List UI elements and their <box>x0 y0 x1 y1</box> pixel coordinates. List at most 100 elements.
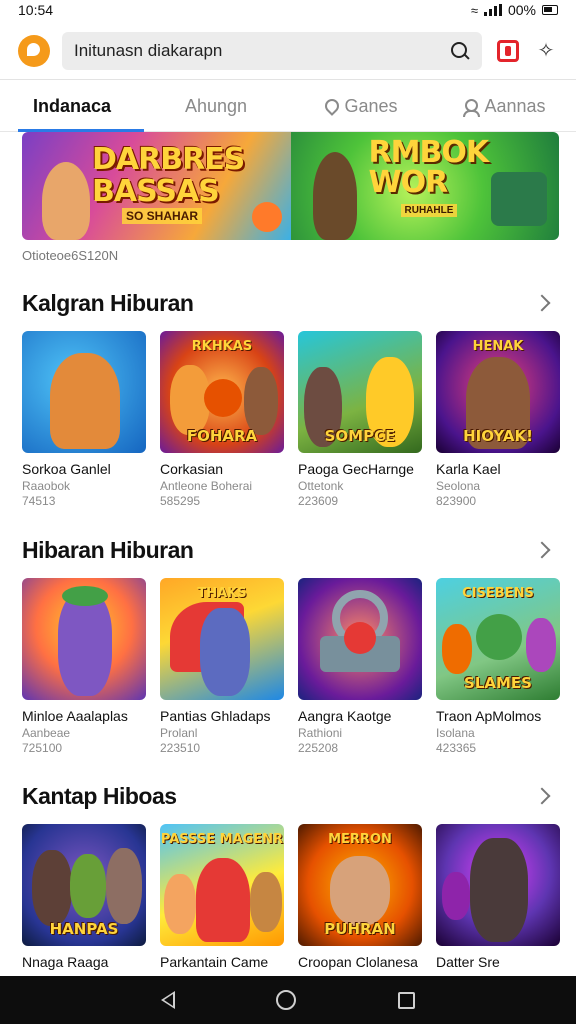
tab-indanaca[interactable]: Indanaca <box>0 82 144 132</box>
game-card[interactable]: Sorkoa Ganlel Raaobok 74513 <box>22 331 146 508</box>
tab-label: Ganes <box>344 96 398 116</box>
tab-ahungn[interactable]: Ahungn <box>144 82 288 131</box>
game-card[interactable]: RKHKAS FOHARA Corkasian Antleone Boherai… <box>160 331 284 508</box>
section-kalgran-hiburan: Kalgran Hiburan Sorkoa Ganlel Raaobok 74… <box>0 283 576 508</box>
banner-character-image <box>312 152 357 240</box>
back-icon[interactable] <box>160 991 175 1009</box>
section-header[interactable]: Hibaran Hiburan <box>0 530 576 570</box>
system-nav-bar <box>0 976 576 1024</box>
game-card[interactable]: THAKS Pantias Ghladaps Prolanl 223510 <box>160 578 284 755</box>
game-thumbnail <box>436 824 560 946</box>
character-image <box>70 854 106 918</box>
card-count: 823900 <box>436 494 477 508</box>
game-thumbnail: MERRON PUHRAN <box>298 824 422 946</box>
search-icon[interactable] <box>450 41 470 61</box>
game-thumbnail: RKHKAS FOHARA <box>160 331 284 453</box>
thumb-label: HIOYAK! <box>463 427 533 445</box>
section-kantap-hiboas: Kantap Hiboas HANPAS Nnaga Raaga PASSSE … <box>0 776 576 970</box>
thumb-top-text: THAKS <box>197 586 247 601</box>
character-image <box>106 848 142 924</box>
hat-image <box>62 586 108 606</box>
character-image <box>58 592 112 696</box>
section-header[interactable]: Kalgran Hiburan <box>0 283 576 323</box>
game-card[interactable]: HANPAS Nnaga Raaga <box>22 824 146 970</box>
game-thumbnail: HENAK HIOYAK! <box>436 331 560 453</box>
character-image <box>32 850 72 926</box>
character-image <box>330 856 390 926</box>
game-thumbnail <box>22 331 146 453</box>
thumb-top-text: PASSSE MAGENR <box>160 832 284 847</box>
game-card[interactable]: SOMPCE Paoga GecHarnge Ottetonk 223609 <box>298 331 422 508</box>
chevron-right-icon[interactable] <box>533 787 551 805</box>
card-subtitle: Raaobok <box>22 479 71 493</box>
card-title: Datter Sre <box>436 954 500 970</box>
pin-icon <box>322 99 338 115</box>
tab-label: Indanaca <box>32 96 112 116</box>
section-title: Kantap Hiboas <box>22 782 177 809</box>
card-subtitle: Rathioni <box>298 726 343 740</box>
card-count: 585295 <box>160 494 201 508</box>
card-count: 725100 <box>22 741 63 755</box>
thumb-label: HANPAS <box>49 920 119 938</box>
character-image <box>470 838 528 942</box>
game-card[interactable]: Datter Sre <box>436 824 560 970</box>
game-card[interactable]: PASSSE MAGENR Parkantain Came <box>160 824 284 970</box>
banner-caption: Otioteoe6S120N <box>22 248 119 263</box>
thumb-top-text: CISEBENS <box>462 586 534 601</box>
card-count: 423365 <box>436 741 477 755</box>
character-image <box>50 353 120 449</box>
character-image <box>196 858 250 942</box>
thumb-label: PUHRAN <box>324 920 396 938</box>
section-header[interactable]: Kantap Hiboas <box>0 776 576 816</box>
card-title: Sorkoa Ganlel <box>22 461 111 477</box>
home-icon[interactable] <box>276 990 297 1010</box>
game-card[interactable]: CISEBENS SLAMES Traon ApMolmos Isolana 4… <box>436 578 560 755</box>
game-card[interactable]: Minloe Aaalaplas Aanbeae 725100 <box>22 578 146 755</box>
card-count: 223510 <box>160 741 201 755</box>
chevron-right-icon[interactable] <box>533 294 551 312</box>
search-text: Initunasn diakarapn <box>74 40 223 60</box>
game-card[interactable]: Aangra Kaotge Rathioni 225208 <box>298 578 422 755</box>
red-app-icon[interactable] <box>494 37 522 65</box>
status-icons: ≈ 00% <box>471 2 558 18</box>
card-title: Parkantain Came <box>160 954 269 970</box>
card-row: HANPAS Nnaga Raaga PASSSE MAGENR Parkant… <box>0 824 576 970</box>
tab-ganes[interactable]: Ganes <box>288 82 432 131</box>
top-app-bar: Initunasn diakarapn ✧ <box>0 22 576 80</box>
game-card[interactable]: MERRON PUHRAN Croopan Clolanesa <box>298 824 422 970</box>
recents-icon[interactable] <box>398 991 416 1009</box>
character-image <box>476 614 522 660</box>
thumb-label: SLAMES <box>464 674 532 692</box>
thumb-label: SOMPCE <box>324 427 396 445</box>
battery-icon <box>542 5 558 15</box>
game-thumbnail: THAKS <box>160 578 284 700</box>
character-image <box>442 872 470 920</box>
character-image <box>164 874 196 934</box>
card-count: 74513 <box>22 494 56 508</box>
character-image <box>344 622 376 654</box>
card-row: Sorkoa Ganlel Raaobok 74513 RKHKAS FOHAR… <box>0 331 576 508</box>
banner-character-image <box>42 162 90 240</box>
move-icon[interactable]: ✧ <box>534 39 558 63</box>
card-subtitle: Ottetonk <box>298 479 344 493</box>
app-logo-icon[interactable] <box>18 34 50 67</box>
tab-aannas[interactable]: Aannas <box>432 82 576 131</box>
card-subtitle: Seolona <box>436 479 481 493</box>
chevron-right-icon[interactable] <box>533 541 551 559</box>
banner-left-title: DARBRES BASSAS <box>92 142 245 209</box>
signal-icon <box>483 4 502 16</box>
card-title: Traon ApMolmos <box>436 708 542 724</box>
game-card[interactable]: HENAK HIOYAK! Karla Kael Seolona 823900 <box>436 331 560 508</box>
search-input[interactable]: Initunasn diakarapn <box>62 31 482 70</box>
thumb-label: FOHARA <box>186 427 258 445</box>
wifi-icon: ≈ <box>470 2 478 18</box>
character-image <box>250 872 282 932</box>
card-subtitle: Antleone Boherai <box>160 479 253 493</box>
section-hibaran-hiburan: Hibaran Hiburan Minloe Aaalaplas Aanbeae… <box>0 530 576 755</box>
card-title: Aangra Kaotge <box>298 708 392 724</box>
banner-left-image: DARBRES BASSAS SO SHAHAR <box>22 132 291 240</box>
card-count: 223609 <box>298 494 339 508</box>
tab-bar: Indanaca Ahungn Ganes Aannas <box>0 82 576 132</box>
character-image <box>200 608 250 696</box>
promo-banner[interactable]: DARBRES BASSAS SO SHAHAR RMBOK WOR RUHAH… <box>22 132 559 240</box>
